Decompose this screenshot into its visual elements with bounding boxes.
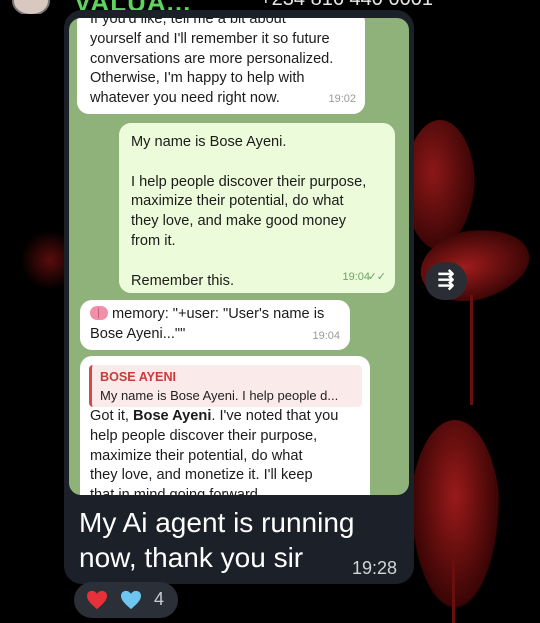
read-checkmarks-icon: ✓✓ bbox=[367, 271, 386, 284]
reply-author: BOSE AYENI bbox=[100, 370, 177, 384]
message-line: memory: "+user: "User's name is bbox=[112, 306, 325, 322]
message-line: they love, and monetize it. I'll keep bbox=[90, 467, 313, 484]
message-line: maximize their potential, do what bbox=[131, 193, 344, 210]
message-bold-name: Bose Ayeni bbox=[132, 408, 212, 424]
message-line: conversations are more personalized. bbox=[90, 50, 334, 67]
caption-time: 19:28 bbox=[352, 558, 398, 578]
message-text: Got it, Bose Ayeni. I've noted that you … bbox=[90, 407, 365, 495]
blue-heart-icon[interactable] bbox=[120, 590, 142, 610]
message-line bbox=[131, 153, 391, 173]
message-time: 19:02 bbox=[328, 93, 356, 106]
message-text: memory: "+user: "User's name is Bose Aye… bbox=[90, 305, 348, 345]
message-line: from it. bbox=[131, 232, 176, 249]
reply-snippet: My name is Bose Ayeni. I help people d..… bbox=[100, 388, 339, 403]
message-line: Bose Ayeni..."" bbox=[90, 325, 186, 342]
message-text-part: . I've noted that you bbox=[211, 408, 339, 424]
reply-quote[interactable]: BOSE AYENI My name is Bose Ayeni. I help… bbox=[89, 365, 362, 407]
message-line: help people discover their purpose, bbox=[90, 427, 318, 444]
message-line: yourself and I'll remember it so future bbox=[90, 30, 330, 47]
red-heart-icon[interactable] bbox=[86, 590, 108, 610]
forward-button[interactable]: ⇶ bbox=[425, 262, 467, 300]
message-line: that in mind going forward. bbox=[90, 486, 365, 495]
brain-icon bbox=[90, 306, 108, 320]
message-time: 19:04 bbox=[342, 271, 370, 284]
message-line: Otherwise, I'm happy to help with bbox=[90, 70, 305, 87]
wallpaper-bird-leg bbox=[470, 295, 473, 405]
message-line: My name is Bose Ayeni. bbox=[131, 134, 287, 150]
incoming-message[interactable]: If you'd like, tell me a bit about yours… bbox=[77, 18, 365, 114]
embedded-screenshot[interactable]: If you'd like, tell me a bit about yours… bbox=[69, 18, 409, 495]
avatar[interactable] bbox=[12, 0, 50, 14]
outgoing-message[interactable]: My name is Bose Ayeni. I help people dis… bbox=[119, 123, 395, 293]
message-text-part: Got it, bbox=[90, 408, 133, 424]
incoming-message[interactable]: memory: "+user: "User's name is Bose Aye… bbox=[80, 300, 350, 350]
message-caption: My Ai agent is running now, thank you si… bbox=[79, 507, 355, 573]
reaction-count: 4 bbox=[154, 589, 165, 609]
reactions-bar[interactable]: 4 bbox=[74, 582, 178, 618]
message-text: If you'd like, tell me a bit about yours… bbox=[90, 18, 360, 109]
message-line: If you'd like, tell me a bit about bbox=[90, 18, 286, 27]
message-line: they love, and make good money bbox=[131, 213, 346, 230]
wallpaper-bird-leg bbox=[452, 560, 455, 623]
message-line: I help people discover their purpose, bbox=[131, 173, 367, 190]
message-line: maximize their potential, do what bbox=[90, 447, 303, 464]
message-line: whatever you need right now. bbox=[90, 90, 280, 107]
forward-icon: ⇶ bbox=[437, 269, 455, 291]
message-time: 19:04 bbox=[312, 330, 340, 343]
incoming-reply-message[interactable]: BOSE AYENI My name is Bose Ayeni. I help… bbox=[80, 356, 370, 495]
wallpaper-bird bbox=[410, 420, 500, 610]
